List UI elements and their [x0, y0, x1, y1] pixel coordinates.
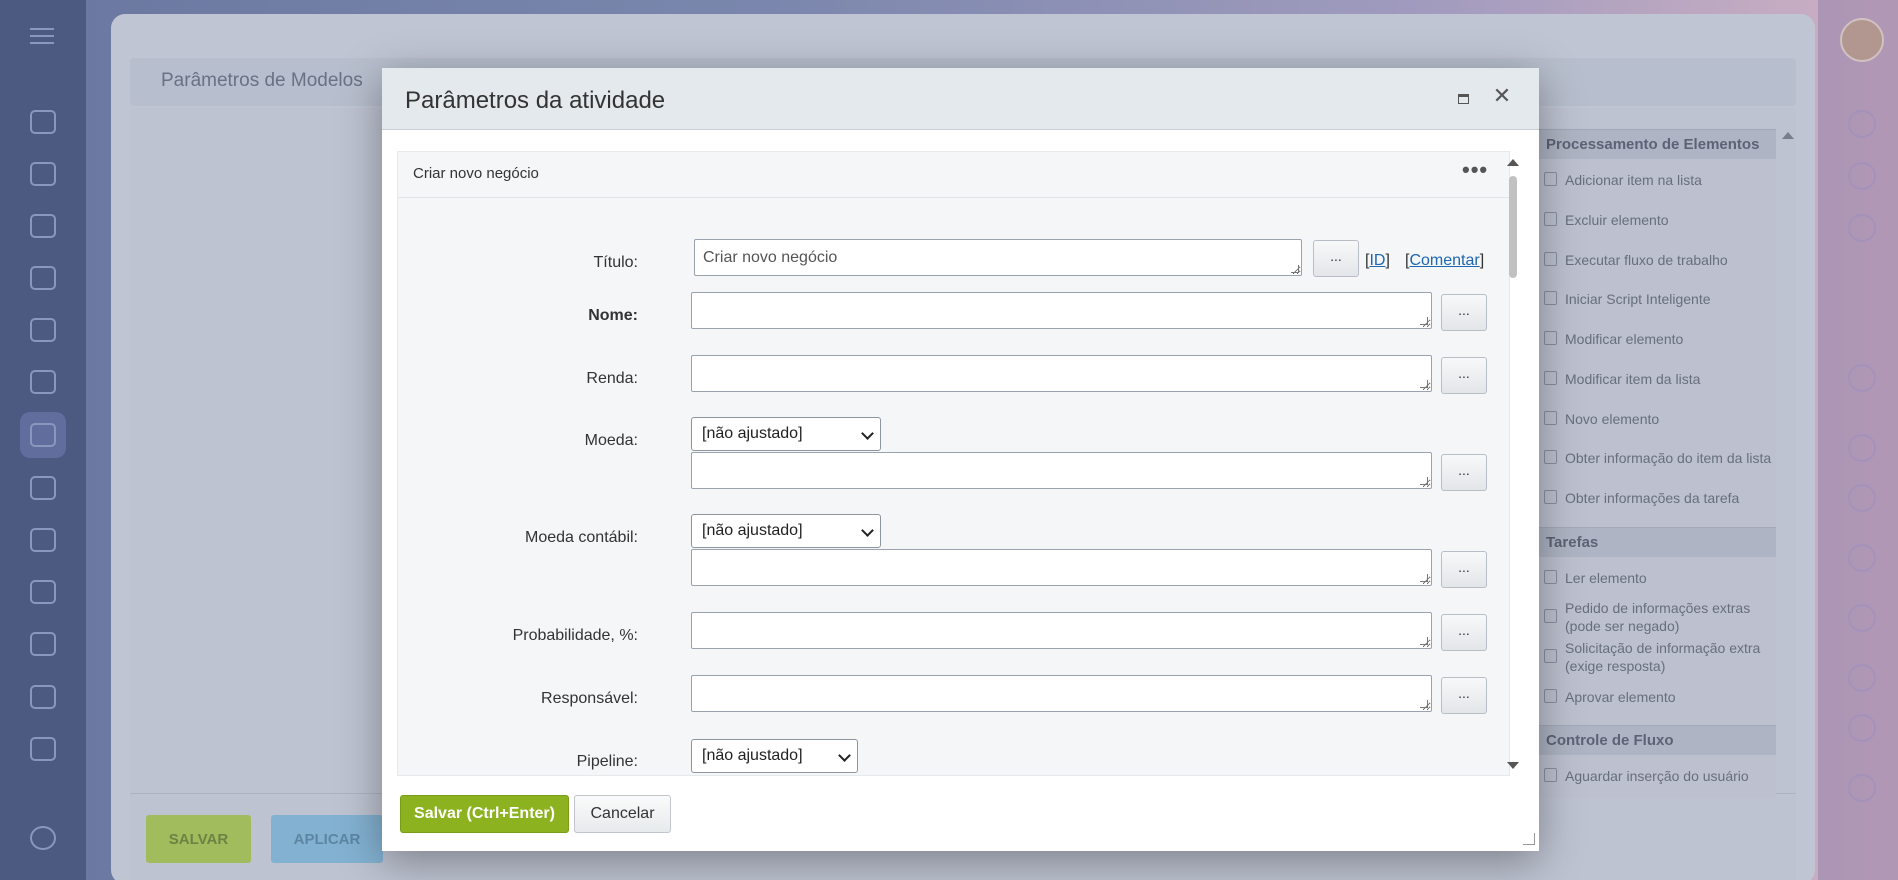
moeda-contabil-label: Moeda contábil:	[525, 529, 638, 546]
scroll-down-arrow[interactable]	[1507, 762, 1519, 769]
dialog-resize-handle[interactable]	[1523, 833, 1535, 845]
nome-field[interactable]	[691, 292, 1432, 329]
moeda-contabil-insert-button[interactable]: ...	[1441, 551, 1487, 588]
close-icon[interactable]: ✕	[1492, 84, 1512, 108]
dialog-header: Parâmetros da atividade ✕	[382, 68, 1539, 130]
resize-grip-icon[interactable]	[1420, 380, 1428, 388]
activity-parameters-dialog: Parâmetros da atividade ✕ Criar novo neg…	[382, 68, 1539, 851]
comment-link[interactable]: Comentar	[1409, 252, 1479, 269]
probabilidade-field[interactable]	[691, 612, 1432, 649]
renda-field[interactable]	[691, 355, 1432, 392]
responsavel-field[interactable]	[691, 675, 1432, 712]
renda-insert-button[interactable]: ...	[1441, 357, 1487, 394]
save-button[interactable]: Salvar (Ctrl+Enter)	[400, 795, 569, 833]
moeda-label: Moeda:	[584, 432, 638, 449]
responsavel-label: Responsável:	[541, 690, 638, 707]
responsavel-insert-button[interactable]: ...	[1441, 677, 1487, 714]
more-options-icon[interactable]: •••	[1462, 159, 1488, 181]
moeda-contabil-field[interactable]	[691, 549, 1432, 586]
activity-header: Criar novo negócio •••	[398, 152, 1509, 198]
nome-label: Nome:	[588, 307, 638, 324]
id-link[interactable]: ID	[1369, 252, 1385, 269]
activity-settings-panel: Criar novo negócio ••• Título: Criar nov…	[397, 151, 1510, 776]
pipeline-select[interactable]: [não ajustado]	[691, 739, 858, 773]
pipeline-label: Pipeline:	[576, 753, 638, 770]
renda-label: Renda:	[586, 370, 638, 387]
dialog-title: Parâmetros da atividade	[405, 87, 666, 114]
moeda-field[interactable]	[691, 452, 1432, 489]
titulo-label: Título:	[593, 254, 638, 271]
chevron-down-icon	[861, 524, 874, 537]
chevron-down-icon	[861, 427, 874, 440]
titulo-field[interactable]: Criar novo negócio	[694, 239, 1302, 276]
maximize-icon[interactable]	[1458, 94, 1469, 104]
activity-name: Criar novo negócio	[413, 165, 539, 182]
resize-grip-icon[interactable]	[1420, 574, 1428, 582]
moeda-select-value: [não ajustado]	[702, 425, 803, 442]
scrollbar-thumb[interactable]	[1509, 176, 1517, 278]
moeda-select[interactable]: [não ajustado]	[691, 417, 881, 451]
resize-grip-icon[interactable]	[1291, 265, 1299, 273]
comment-link-wrap: [Comentar]	[1405, 252, 1485, 269]
resize-grip-icon[interactable]	[1420, 700, 1428, 708]
pipeline-select-value: [não ajustado]	[702, 747, 803, 764]
scroll-up-arrow[interactable]	[1507, 159, 1519, 166]
resize-grip-icon[interactable]	[1420, 317, 1428, 325]
moeda-contabil-select-value: [não ajustado]	[702, 522, 803, 539]
cancel-button[interactable]: Cancelar	[574, 795, 671, 833]
moeda-contabil-select[interactable]: [não ajustado]	[691, 514, 881, 548]
nome-insert-button[interactable]: ...	[1441, 294, 1487, 331]
chevron-down-icon	[838, 749, 851, 762]
resize-grip-icon[interactable]	[1420, 477, 1428, 485]
resize-grip-icon[interactable]	[1420, 637, 1428, 645]
id-link-wrap: [ID]	[1365, 252, 1390, 269]
moeda-insert-button[interactable]: ...	[1441, 454, 1487, 491]
titulo-insert-button[interactable]: ...	[1313, 240, 1359, 277]
probabilidade-label: Probabilidade, %:	[512, 627, 638, 644]
probabilidade-insert-button[interactable]: ...	[1441, 614, 1487, 651]
